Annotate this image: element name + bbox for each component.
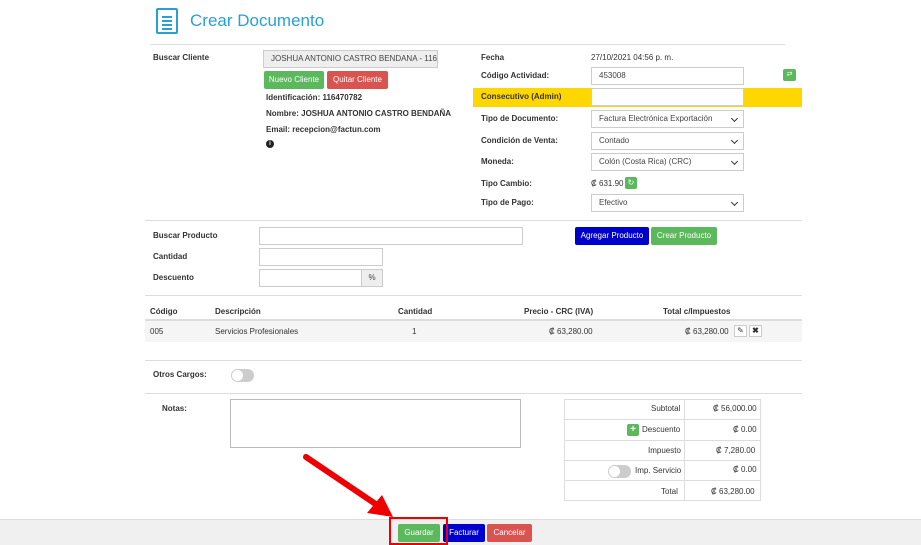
buscar-cliente-label: Buscar Cliente [153,53,210,62]
imp-servicio-value: ₡ 0.00 [733,465,757,474]
fecha-value: 27/10/2021 04:56 p. m. [591,53,674,62]
add-discount-icon[interactable]: + [627,424,639,436]
fecha-label: Fecha [481,53,505,62]
delete-icon[interactable]: ✖ [749,325,762,337]
cantidad-input[interactable] [259,248,383,266]
actividad-label: Código Actividad: [481,71,550,80]
cantidad-label: Cantidad [153,252,188,261]
col-total: Total c/Impuestos [663,307,731,316]
divider [145,220,802,221]
divider [145,295,802,296]
cancelar-button[interactable]: Cancelar [487,524,532,542]
totals-row-divider [564,419,761,420]
quitar-cliente-button[interactable]: Quitar Cliente [327,71,388,89]
client-search-input[interactable]: JOSHUA ANTONIO CASTRO BENDANA - 116 [263,50,438,68]
imp-servicio-label: Imp. Servicio [635,466,682,475]
row-codigo: 005 [150,327,164,336]
otros-cargos-label: Otros Cargos: [153,370,207,379]
imp-servicio-toggle[interactable] [608,465,631,478]
info-icon[interactable]: i [266,140,274,148]
tipo-documento-label: Tipo de Documento: [481,114,559,123]
moneda-select[interactable]: Colón (Costa Rica) (CRC) [591,153,744,171]
tipo-documento-select[interactable]: Factura Electrónica Exportación [591,110,744,128]
facturar-button[interactable]: Facturar [443,524,485,542]
edit-icon[interactable]: ✎ [734,325,747,337]
col-cantidad: Cantidad [398,307,433,316]
client-email: Email: recepcion@factun.com [266,125,381,134]
col-descripcion: Descripción [215,307,261,316]
buscar-producto-label: Buscar Producto [153,231,218,240]
notas-label: Notas: [162,404,187,413]
crear-producto-button[interactable]: Crear Producto [651,227,717,245]
swap-icon[interactable]: ⇄ [783,69,796,81]
otros-cargos-toggle[interactable] [231,369,254,382]
divider [145,393,802,394]
impuesto-label: Impuesto [648,446,681,455]
agregar-producto-button[interactable]: Agregar Producto [575,227,649,245]
totals-col-divider [684,399,685,501]
condicion-label: Condición de Venta: [481,136,558,145]
totals-row-divider [564,440,761,441]
actividad-input[interactable]: 453008 [591,67,744,85]
tipo-pago-select[interactable]: Efectivo [591,194,744,212]
total-label: Total [661,487,678,496]
totals-row-divider [564,480,761,481]
descuento-total-value: ₡ 0.00 [733,425,757,434]
row-descripcion: Servicios Profesionales [215,327,299,336]
descuento-label: Descuento [153,273,194,282]
annotation-arrow-icon [303,454,393,517]
subtotal-label: Subtotal [651,404,681,413]
client-id: Identificación: 116470782 [266,93,363,102]
document-icon [156,8,178,34]
impuesto-value: ₡ 7,280.00 [716,446,756,455]
col-codigo: Código [150,307,178,316]
client-name: Nombre: JOSHUA ANTONIO CASTRO BENDAÑA [266,109,452,118]
col-precio: Precio - CRC (IVA) [524,307,594,316]
row-precio: ₡ 63,280.00 [549,327,593,336]
descuento-total-label: Descuento [642,425,681,434]
subtotal-value: ₡ 56,000.00 [713,404,757,413]
notas-textarea[interactable] [230,399,521,448]
row-total: ₡ 63,280.00 [685,327,729,336]
tipo-pago-label: Tipo de Pago: [481,198,534,207]
total-value: ₡ 63,280.00 [711,487,755,496]
consecutivo-input[interactable] [591,88,744,106]
tipo-cambio-label: Tipo Cambio: [481,179,532,188]
moneda-label: Moneda: [481,157,514,166]
refresh-icon[interactable]: ↻ [625,177,637,189]
row-cantidad: 1 [412,327,417,336]
divider [150,44,785,45]
descuento-input[interactable] [259,269,362,287]
page-title: Crear Documento [190,11,325,30]
percent-addon: % [361,269,383,287]
condicion-select[interactable]: Contado [591,132,744,150]
consecutivo-label: Consecutivo (Admin) [481,92,562,101]
tipo-cambio-value: ₡ 631.90 [591,179,624,188]
product-search-input[interactable] [259,227,523,245]
nuevo-cliente-button[interactable]: Nuevo Cliente [264,71,324,89]
divider [145,360,802,361]
totals-row-divider [564,460,761,461]
